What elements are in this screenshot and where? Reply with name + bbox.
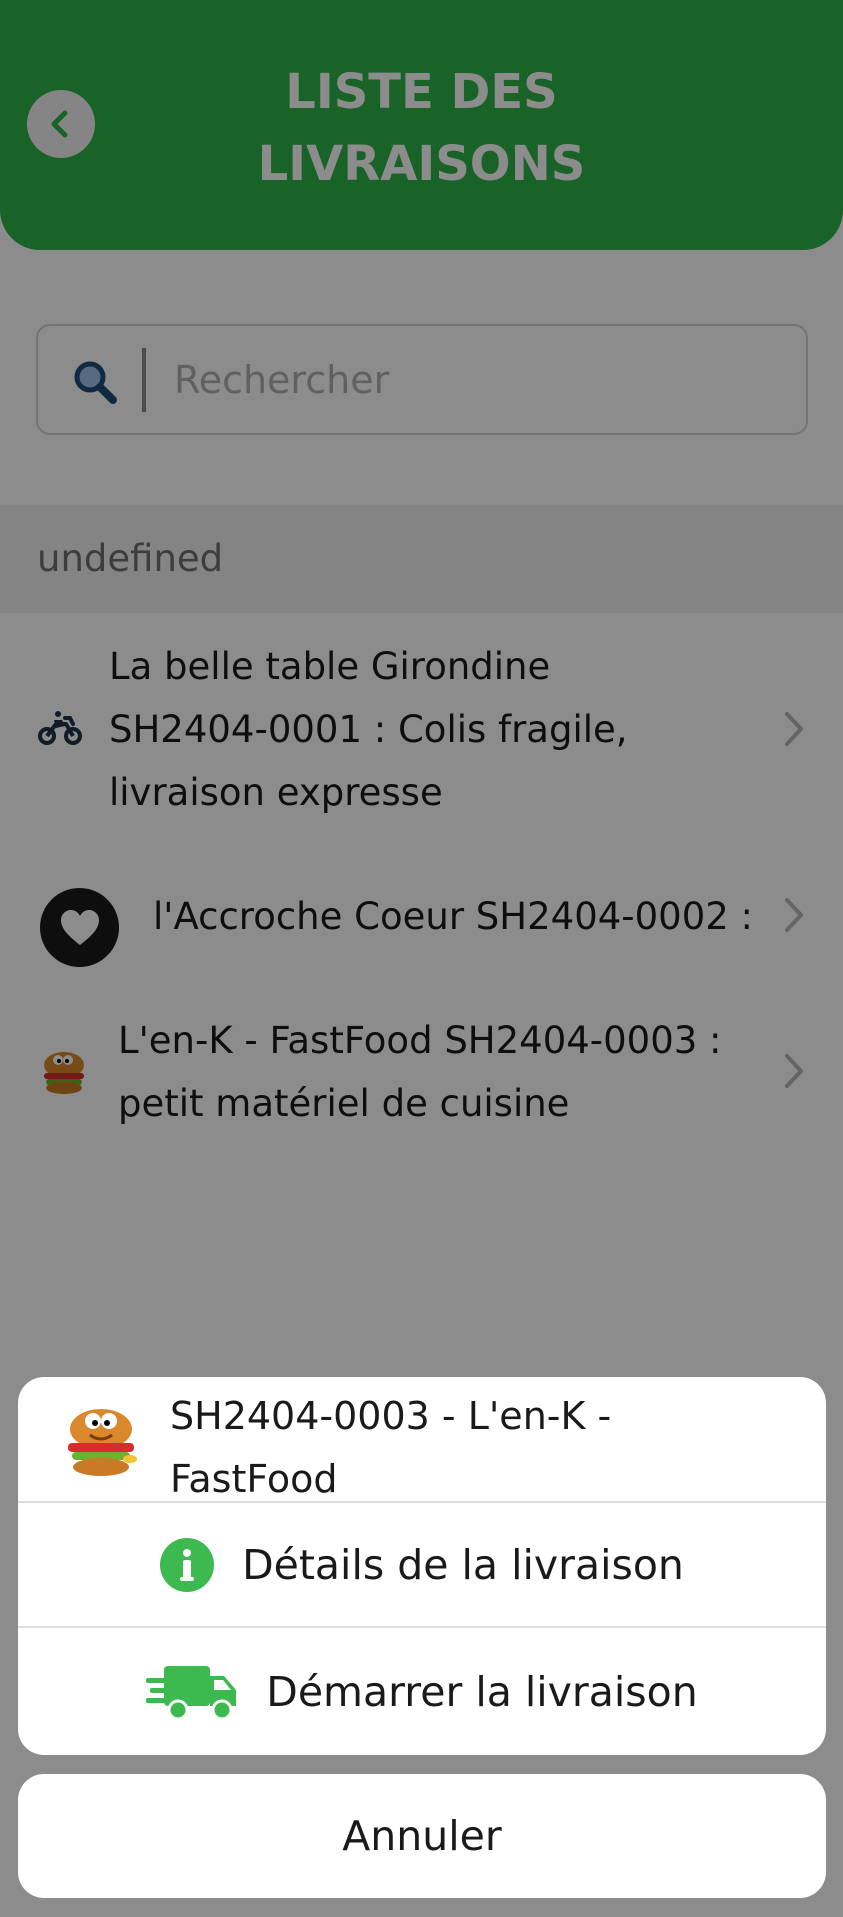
cancel-label: Annuler <box>342 1812 502 1860</box>
action-sheet-title-line2: FastFood <box>170 1457 338 1501</box>
info-icon <box>160 1537 215 1592</box>
action-sheet: SH2404-0003 - L'en-K - FastFood Détails … <box>18 1377 826 1755</box>
delivery-details-label: Détails de la livraison <box>242 1540 684 1589</box>
start-delivery-button[interactable]: Démarrer la livraison <box>18 1629 826 1754</box>
delivery-truck-icon <box>146 1664 238 1720</box>
burger-mascot-icon <box>68 1409 137 1476</box>
action-sheet-title: SH2404-0003 - L'en-K - FastFood <box>170 1385 730 1511</box>
action-sheet-header: SH2404-0003 - L'en-K - FastFood <box>18 1377 826 1503</box>
start-delivery-label: Démarrer la livraison <box>266 1667 698 1716</box>
cancel-button[interactable]: Annuler <box>18 1774 826 1898</box>
delivery-details-button[interactable]: Détails de la livraison <box>18 1503 826 1628</box>
action-sheet-title-line1: SH2404-0003 - L'en-K - <box>170 1394 612 1438</box>
